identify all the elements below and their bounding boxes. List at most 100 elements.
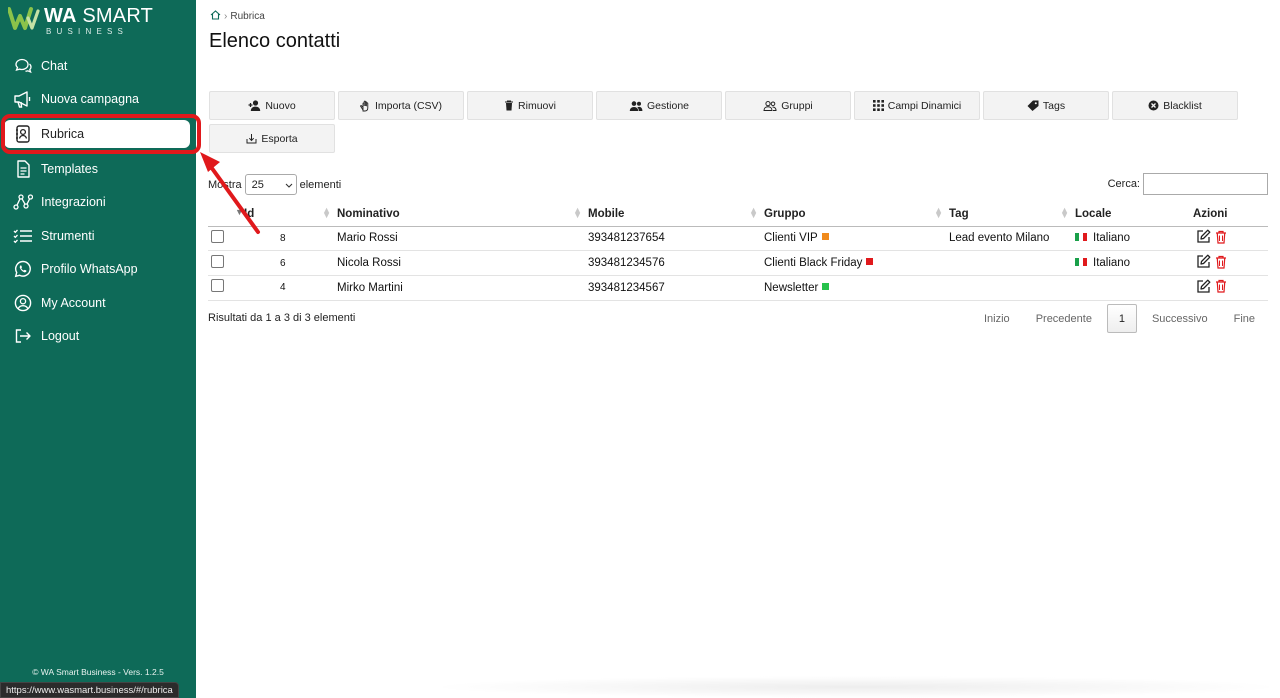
sidebar-item-label: Strumenti <box>41 228 95 243</box>
row-locale: Italiano <box>1075 226 1193 252</box>
delete-icon[interactable] <box>1215 255 1227 269</box>
sort-icon: ▲ ▼ <box>749 205 758 220</box>
row-group-label: Clienti VIP <box>764 232 818 245</box>
row-checkbox[interactable] <box>211 279 224 293</box>
sidebar-item-label: My Account <box>41 295 106 310</box>
pagination-current-page[interactable]: 1 <box>1106 304 1137 333</box>
campi-dinamici-button[interactable]: Campi Dinamici <box>854 91 980 120</box>
pagination-last[interactable]: Fine <box>1221 304 1268 333</box>
pagination-first[interactable]: Inizio <box>971 304 1023 333</box>
campi-dinamici-button-label: Campi Dinamici <box>887 99 962 112</box>
home-icon[interactable] <box>210 10 221 23</box>
logout-icon <box>13 326 33 346</box>
column-header-tag[interactable]: Tag ▲ ▼ <box>949 202 1075 227</box>
tag-icon <box>1027 100 1039 111</box>
sidebar-item-profilo-whatsapp[interactable]: Profilo WhatsApp <box>0 253 196 287</box>
main-content: › Rubrica Elenco contatti Nuovo Importa … <box>196 0 1280 698</box>
search-input[interactable] <box>1143 173 1268 195</box>
logo-title-rest: SMART <box>76 5 154 27</box>
sidebar-item-label: Chat <box>41 58 68 73</box>
edit-icon[interactable] <box>1196 229 1211 244</box>
row-tag: Lead evento Milano <box>949 226 1075 252</box>
edit-icon[interactable] <box>1196 254 1211 269</box>
column-header-label: Locale <box>1075 207 1112 220</box>
contact-book-icon <box>13 124 33 144</box>
sidebar-item-my-account[interactable]: My Account <box>0 286 196 320</box>
column-header-mobile[interactable]: Mobile ▲ ▼ <box>588 202 764 227</box>
sidebar-item-label: Integrazioni <box>41 195 106 210</box>
sort-icon: ▲ ▼ <box>573 205 582 220</box>
breadcrumb-separator: › <box>224 11 228 22</box>
row-locale-label: Italiano <box>1093 232 1131 245</box>
table-row[interactable]: 8 Mario Rossi 393481237654 Clienti VIP L… <box>208 226 1268 252</box>
status-bar-url: https://www.wasmart.business/#/rubrica <box>0 682 179 698</box>
blacklist-button[interactable]: Blacklist <box>1112 91 1238 120</box>
megaphone-icon <box>13 89 33 109</box>
sidebar-item-integrazioni[interactable]: Integrazioni <box>0 186 196 220</box>
table-info: Risultati da 1 a 3 di 3 elementi <box>208 312 356 324</box>
row-name: Mirko Martini <box>337 275 588 301</box>
row-actions <box>1193 275 1268 301</box>
search-label: Cerca: <box>1107 178 1140 190</box>
row-checkbox[interactable] <box>211 254 224 268</box>
sort-icon: ▲ ▼ <box>1060 205 1069 220</box>
row-group-label: Clienti Black Friday <box>764 257 863 270</box>
sidebar-item-nuova-campagna[interactable]: Nuova campagna <box>0 83 196 117</box>
delete-icon[interactable] <box>1215 279 1227 293</box>
group-color-swatch <box>866 258 874 266</box>
tags-button[interactable]: Tags <box>983 91 1109 120</box>
annotation-arrow-icon <box>200 152 260 234</box>
breadcrumb-current: Rubrica <box>230 11 265 22</box>
nuovo-button[interactable]: Nuovo <box>209 91 335 120</box>
importa-csv-button[interactable]: Importa (CSV) <box>338 91 464 120</box>
sidebar-item-logout[interactable]: Logout <box>0 320 196 354</box>
column-header-label: Gruppo <box>764 207 806 220</box>
column-header-gruppo[interactable]: Gruppo ▲ ▼ <box>764 202 949 227</box>
pagination-next[interactable]: Successivo <box>1139 304 1221 333</box>
row-tag <box>949 250 1075 276</box>
export-icon <box>246 133 257 144</box>
table-header-row: ▼ Id ▲ ▼ Nominativo ▲ ▼ Mobile ▲ ▼ Gruppo ▲ ▼ Ta… <box>208 202 1268 227</box>
row-actions <box>1193 250 1268 276</box>
bottom-shadow <box>426 676 1280 698</box>
italy-flag-icon <box>1075 233 1087 242</box>
table-row[interactable]: 6 Nicola Rossi 393481234576 Clienti Blac… <box>208 250 1268 276</box>
gruppi-button[interactable]: Gruppi <box>725 91 851 120</box>
group-color-swatch <box>821 233 829 241</box>
row-group: Clienti VIP <box>764 226 949 252</box>
logo-subtitle: BUSINESS <box>46 27 129 36</box>
sidebar-item-label: Profilo WhatsApp <box>41 262 138 277</box>
app-logo[interactable]: WA SMART BUSINESS <box>8 6 153 36</box>
search-control: Cerca: <box>1108 173 1268 195</box>
edit-icon[interactable] <box>1196 279 1211 294</box>
row-tag <box>949 275 1075 301</box>
column-header-locale[interactable]: Locale <box>1075 202 1193 227</box>
sidebar-item-rubrica[interactable]: Rubrica <box>4 119 190 148</box>
row-locale: Italiano <box>1075 250 1193 276</box>
trash-icon <box>504 100 514 111</box>
row-group-label: Newsletter <box>764 281 819 294</box>
delete-icon[interactable] <box>1215 230 1227 244</box>
page-title: Elenco contatti <box>209 30 341 52</box>
row-group: Newsletter <box>764 275 949 301</box>
pagination-previous[interactable]: Precedente <box>1023 304 1105 333</box>
tools-list-icon <box>13 226 33 246</box>
row-actions <box>1193 226 1268 252</box>
column-header-nominativo[interactable]: Nominativo ▲ ▼ <box>337 202 588 227</box>
sidebar-item-templates[interactable]: Templates <box>0 152 196 186</box>
rimuovi-button[interactable]: Rimuovi <box>467 91 593 120</box>
column-header-label: Tag <box>949 207 969 220</box>
sidebar: WA SMART BUSINESS Chat Nuova campagna Ru… <box>0 0 196 698</box>
grid-dots-icon <box>872 100 884 111</box>
sidebar-item-label: Nuova campagna <box>41 92 139 107</box>
blacklist-button-label: Blacklist <box>1163 99 1202 112</box>
import-hand-icon <box>360 100 371 112</box>
chevron-down-icon <box>285 179 293 191</box>
column-header-label: Azioni <box>1193 207 1228 220</box>
table-row[interactable]: 4 Mirko Martini 393481234567 Newsletter <box>208 275 1268 301</box>
gestione-button[interactable]: Gestione <box>596 91 722 120</box>
sidebar-item-chat[interactable]: Chat <box>0 49 196 83</box>
sidebar-item-strumenti[interactable]: Strumenti <box>0 219 196 253</box>
template-icon <box>13 159 33 179</box>
gruppi-button-label: Gruppi <box>781 99 813 112</box>
